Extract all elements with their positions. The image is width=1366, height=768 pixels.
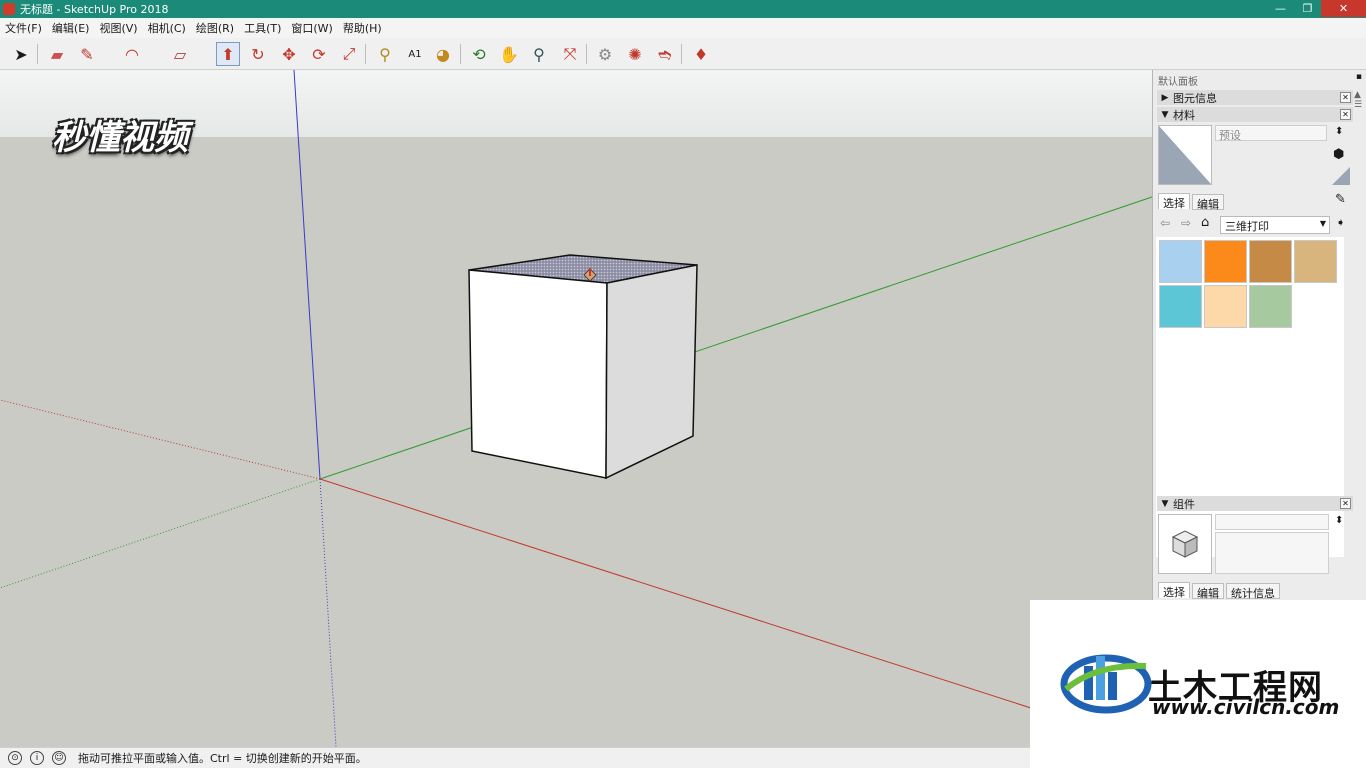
- add-to-model-icon[interactable]: ⬍: [1335, 126, 1343, 137]
- x-axis-negative-line: [0, 399, 321, 480]
- sample-paint-icon[interactable]: [1332, 167, 1350, 188]
- extension-warehouse-icon[interactable]: ✺: [623, 42, 647, 66]
- menu-camera[interactable]: 相机(C): [143, 20, 191, 36]
- y-axis-negative-line: [0, 478, 321, 589]
- components-header[interactable]: ▼ 组件 ✕: [1157, 496, 1353, 511]
- minimize-button[interactable]: —: [1267, 0, 1294, 17]
- eyedropper-icon[interactable]: ✎: [1335, 192, 1346, 207]
- zoom-tool-icon[interactable]: ⚲: [527, 42, 551, 66]
- collapse-arrow-icon: ▼: [1161, 498, 1169, 509]
- offset-tool-icon[interactable]: ↻: [246, 42, 270, 66]
- title-bar: 无标题 - SketchUp Pro 2018 — ❐ ✕: [0, 0, 1366, 18]
- tab-materials-select[interactable]: 选择: [1158, 193, 1190, 210]
- entity-info-header[interactable]: ▶ 图元信息 ✕: [1157, 90, 1353, 105]
- component-preview: [1158, 514, 1212, 574]
- material-preview: [1158, 125, 1212, 185]
- menu-view[interactable]: 视图(V): [94, 20, 142, 36]
- push-pull-tool-icon[interactable]: ⬆: [216, 42, 240, 66]
- expand-arrow-icon: ▶: [1161, 92, 1169, 103]
- tape-measure-icon[interactable]: ⚲: [373, 42, 397, 66]
- tray-pin-icon[interactable]: ▪: [1356, 72, 1362, 82]
- menu-help[interactable]: 帮助(H): [338, 20, 387, 36]
- material-swatch[interactable]: [1249, 240, 1292, 283]
- scene-canvas: [0, 70, 1152, 747]
- tray-scrollbar[interactable]: ▲ ☰: [1354, 90, 1366, 130]
- drawing-viewport[interactable]: 秒懂视频: [0, 70, 1152, 747]
- paint-bucket-icon[interactable]: ◕: [431, 42, 455, 66]
- site-watermark: 土木工程网 www.civilcn.com: [1030, 600, 1366, 768]
- watermark-logo: 秒懂视频: [52, 118, 188, 158]
- shape-tool-icon[interactable]: ◠: [120, 42, 144, 66]
- materials-header[interactable]: ▼ 材料 ✕: [1157, 107, 1353, 122]
- details-arrow-icon[interactable]: ➧: [1336, 216, 1345, 229]
- material-swatch[interactable]: [1204, 240, 1247, 283]
- ruby-console-icon[interactable]: ♦: [689, 42, 713, 66]
- orbit-tool-icon[interactable]: ⟲: [467, 42, 491, 66]
- material-swatch[interactable]: [1159, 285, 1202, 328]
- cube-side-face: [605, 264, 698, 480]
- back-arrow-icon[interactable]: ⇦: [1160, 216, 1170, 230]
- close-entity-info-button[interactable]: ✕: [1340, 92, 1351, 103]
- z-axis-negative-line: [319, 478, 337, 747]
- tray-title: 默认面板: [1158, 77, 1198, 88]
- tab-components-edit[interactable]: 编辑: [1192, 583, 1224, 600]
- menu-file[interactable]: 文件(F): [0, 20, 47, 36]
- rectangle-tool-icon[interactable]: ▱: [168, 42, 192, 66]
- user-account-icon[interactable]: ☺: [52, 751, 66, 765]
- x-axis-line: [319, 478, 1152, 747]
- forward-arrow-icon[interactable]: ⇨: [1181, 216, 1191, 230]
- credits-info-icon[interactable]: i: [30, 751, 44, 765]
- tab-components-select[interactable]: 选择: [1158, 582, 1190, 599]
- component-options-icon[interactable]: ⬍: [1335, 515, 1343, 526]
- tab-materials-edit[interactable]: 编辑: [1192, 194, 1224, 211]
- material-library-select[interactable]: 三维打印 ▼: [1220, 216, 1330, 234]
- menu-draw[interactable]: 绘图(R): [191, 20, 239, 36]
- collapse-arrow-icon: ▼: [1161, 109, 1169, 120]
- send-to-layout-icon[interactable]: ➬: [653, 42, 677, 66]
- z-axis-line: [293, 70, 321, 480]
- menu-edit[interactable]: 编辑(E): [47, 20, 95, 36]
- y-axis-line: [319, 196, 1152, 480]
- menu-window[interactable]: 窗口(W): [286, 20, 337, 36]
- chevron-down-icon: ▼: [1319, 219, 1326, 228]
- tab-components-statistics[interactable]: 统计信息: [1226, 583, 1280, 600]
- pencil-tool-icon[interactable]: ✎: [75, 42, 99, 66]
- component-name-field[interactable]: [1215, 514, 1329, 530]
- material-swatch[interactable]: [1294, 240, 1337, 283]
- menu-tools[interactable]: 工具(T): [239, 20, 286, 36]
- cube-front-face: [468, 269, 608, 479]
- default-tray: 默认面板 ▪ ▶ 图元信息 ✕ ▼ 材料 ✕ 预设 ⬍ ⬢ 选择 编辑 ✎ ⇦ …: [1152, 70, 1366, 600]
- home-icon[interactable]: ⌂: [1201, 215, 1209, 230]
- warehouse-icon[interactable]: ⚙: [593, 42, 617, 66]
- close-materials-button[interactable]: ✕: [1340, 109, 1351, 120]
- create-material-icon[interactable]: ⬢: [1333, 147, 1344, 162]
- menu-bar: 文件(F) 编辑(E) 视图(V) 相机(C) 绘图(R) 工具(T) 窗口(W…: [0, 18, 1366, 38]
- material-swatch[interactable]: [1204, 285, 1247, 328]
- pan-tool-icon[interactable]: ✋: [497, 42, 521, 66]
- eraser-tool-icon[interactable]: ▰: [45, 42, 69, 66]
- move-tool-icon[interactable]: ✥: [277, 42, 301, 66]
- close-components-button[interactable]: ✕: [1340, 498, 1351, 509]
- maximize-button[interactable]: ❐: [1294, 0, 1321, 17]
- window-title: 无标题 - SketchUp Pro 2018: [20, 3, 169, 16]
- text-tool-icon[interactable]: A1: [403, 42, 427, 66]
- main-toolbar: ➤ ▰ ✎ ◠ ▱ ⬆ ↻ ✥ ⟳ ⤢ ⚲ A1 ◕ ⟲ ✋ ⚲ ⤧ ⚙ ✺ ➬…: [0, 38, 1366, 70]
- select-tool-icon[interactable]: ➤: [9, 42, 33, 66]
- sketchup-app-icon: [3, 3, 15, 15]
- scale-tool-icon[interactable]: ⤢: [337, 42, 361, 66]
- component-description-field[interactable]: [1215, 532, 1329, 574]
- civilcn-logo-icon: [1060, 654, 1152, 714]
- close-button[interactable]: ✕: [1321, 0, 1366, 17]
- material-name-field[interactable]: 预设: [1215, 125, 1327, 142]
- site-url: www.civilcn.com: [1152, 695, 1340, 719]
- zoom-extents-icon[interactable]: ⤧: [558, 42, 582, 66]
- material-swatch[interactable]: [1159, 240, 1202, 283]
- geo-location-icon[interactable]: ⊙: [8, 751, 22, 765]
- status-text: 拖动可推拉平面或输入值。Ctrl = 切换创建新的开始平面。: [78, 752, 367, 765]
- rotate-tool-icon[interactable]: ⟳: [307, 42, 331, 66]
- material-swatch[interactable]: [1249, 285, 1292, 328]
